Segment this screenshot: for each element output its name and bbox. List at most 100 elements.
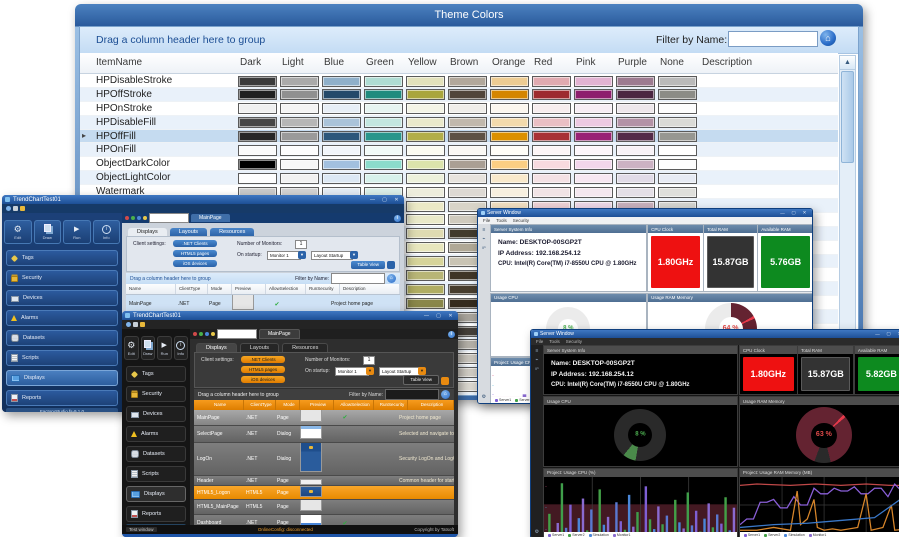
toolbar-icon[interactable] xyxy=(143,216,147,220)
dropdown-arrow-icon[interactable]: ▼ xyxy=(350,251,358,259)
toolbar-icon[interactable] xyxy=(133,322,138,327)
client-button-1[interactable]: HTML5 pages xyxy=(173,250,217,257)
filter-input[interactable] xyxy=(728,31,818,47)
column-header-blue[interactable]: Blue xyxy=(324,57,344,68)
maximize-icon[interactable]: ▢ xyxy=(380,197,389,203)
document-tab[interactable]: MainPage xyxy=(259,329,300,339)
help-icon[interactable]: i xyxy=(448,331,455,338)
tab-resources[interactable]: Resources xyxy=(210,228,254,236)
column-header-clienttype[interactable]: ClientType xyxy=(176,284,208,294)
maximize-icon[interactable]: ▢ xyxy=(434,313,443,319)
table-row[interactable]: MainPage.NETPage✔Project home page xyxy=(194,410,454,426)
legend-item[interactable]: Server2 xyxy=(764,533,780,537)
column-header-preview[interactable]: Preview xyxy=(300,400,334,410)
toolbar-icon[interactable] xyxy=(13,206,18,211)
column-header-yellow[interactable]: Yellow xyxy=(408,57,437,68)
sidebar-item-security[interactable]: Security xyxy=(126,386,186,402)
column-header-clienttype[interactable]: ClientType xyxy=(244,400,276,410)
table-row[interactable]: HPOffStroke xyxy=(80,88,838,102)
maximize-icon[interactable]: ▢ xyxy=(884,331,893,337)
minimize-icon[interactable]: — xyxy=(422,313,431,319)
client-button-1[interactable]: HTML5 pages xyxy=(241,366,285,373)
toolbar-search-input[interactable] xyxy=(217,329,257,339)
legend-item[interactable]: Monitor1 xyxy=(613,533,631,537)
column-header-name[interactable]: Name xyxy=(194,400,244,410)
column-header-purple[interactable]: Purple xyxy=(618,57,647,68)
toolbar-icon[interactable] xyxy=(137,216,141,220)
toolbar-icon[interactable] xyxy=(211,332,215,336)
column-header-allowselection[interactable]: AllowSelection xyxy=(266,284,306,294)
close-icon[interactable]: ✕ xyxy=(446,313,455,319)
document-tab[interactable]: MainPage xyxy=(191,214,230,222)
dropdown-arrow-icon[interactable]: ▼ xyxy=(418,367,426,375)
sidebar-item-scripts[interactable]: Scripts xyxy=(6,350,118,366)
menu-item-file[interactable]: File xyxy=(483,218,490,223)
sidebar-item-devices[interactable]: Devices xyxy=(126,406,186,422)
filter-apply-icon[interactable]: ⌂ xyxy=(820,30,836,46)
filter-apply-icon[interactable]: ⌂ xyxy=(441,390,450,399)
big-button-edit[interactable]: ⚙Edit xyxy=(4,220,32,244)
sidebar-item-reports[interactable]: Reports xyxy=(6,390,118,406)
document-toolbar[interactable]: MainPage i xyxy=(122,213,404,223)
big-button-draw[interactable]: Draw xyxy=(34,220,62,244)
toolbar-icon[interactable] xyxy=(20,206,25,211)
filter-apply-icon[interactable]: ⌂ xyxy=(387,274,396,283)
toolbar-search-input[interactable] xyxy=(149,213,189,223)
menu-icon[interactable]: ≡ xyxy=(536,349,539,354)
sidebar-item-displays[interactable]: Displays xyxy=(6,370,118,386)
table-row[interactable]: HPOnFill xyxy=(80,143,838,157)
scrollbar-thumb[interactable] xyxy=(841,71,854,163)
sidebar-item-tags[interactable]: Tags xyxy=(6,250,118,266)
table-row[interactable]: HPOnStroke xyxy=(80,102,838,116)
network-icon[interactable]: ⌁ xyxy=(482,237,485,242)
help-icon[interactable]: i xyxy=(394,215,401,222)
sidebar-item-displays[interactable]: Displays xyxy=(126,486,186,502)
maximize-icon[interactable]: ▢ xyxy=(789,210,798,216)
client-button-2[interactable]: iOS devices xyxy=(173,260,217,267)
big-button-info[interactable]: iInfo xyxy=(174,336,189,360)
column-header-description[interactable]: Description xyxy=(702,57,752,68)
column-header-description[interactable]: Description xyxy=(408,400,454,410)
sidebar-item-scripts[interactable]: Scripts xyxy=(126,466,186,482)
scroll-up-icon[interactable]: ▲ xyxy=(840,56,855,70)
settings-gear-icon[interactable]: ⚙ xyxy=(482,395,486,400)
close-icon[interactable]: ✕ xyxy=(392,197,401,203)
network-icon[interactable]: ⌁ xyxy=(535,358,538,363)
client-button-2[interactable]: iOS devices xyxy=(241,376,285,383)
column-header-light[interactable]: Light xyxy=(282,57,304,68)
column-header-mode[interactable]: Mode xyxy=(208,284,232,294)
menu-item-security[interactable]: Security xyxy=(513,218,529,223)
status-left[interactable]: Test window xyxy=(126,527,157,532)
big-button-info[interactable]: iInfo xyxy=(93,220,121,244)
table-row[interactable]: Dashboard.NETPage✔ xyxy=(194,515,454,525)
dropdown-arrow-icon[interactable]: ▼ xyxy=(298,251,306,259)
table-row[interactable]: Header.NETPageCommon header for startup … xyxy=(194,476,454,486)
window-titlebar[interactable]: Server Window—▢✕ xyxy=(531,330,899,338)
column-header-dark[interactable]: Dark xyxy=(240,57,261,68)
toolbar-icon[interactable] xyxy=(193,332,197,336)
startup-layout-select[interactable]: Layout Startup xyxy=(311,251,353,260)
column-header-runsecurity[interactable]: RunSecurity xyxy=(374,400,408,410)
column-header-allowselection[interactable]: AllowSelection xyxy=(334,400,374,410)
legend-item[interactable]: Server1 xyxy=(548,533,564,537)
table-view-button[interactable]: Table View xyxy=(351,261,385,269)
big-button-edit[interactable]: ⚙Edit xyxy=(124,336,139,360)
table-row[interactable]: HPDisableStroke xyxy=(80,74,838,88)
column-header-runsecurity[interactable]: RunSecurity xyxy=(306,284,340,294)
toolbar-icon[interactable] xyxy=(205,332,209,336)
tab-layouts[interactable]: Layouts xyxy=(170,228,207,236)
toolbar-icon[interactable] xyxy=(6,206,11,211)
client-button-0[interactable]: .NET Clients xyxy=(241,356,285,363)
startup-monitor-select[interactable]: Monitor 1 xyxy=(335,367,369,376)
column-header-mode[interactable]: Mode xyxy=(276,400,300,410)
window-titlebar[interactable]: TrendChartTest01—▢✕ xyxy=(2,195,404,204)
toolbar-icon[interactable] xyxy=(140,322,145,327)
menu-icon[interactable]: ≡ xyxy=(483,228,486,233)
menu-item-tools[interactable]: Tools xyxy=(496,218,507,223)
table-row[interactable]: LogOn.NETDialogSecurity LogOn and LogOff xyxy=(194,443,454,476)
monitors-value[interactable]: 1 xyxy=(363,356,375,365)
minimize-icon[interactable]: — xyxy=(778,211,787,216)
column-header-green[interactable]: Green xyxy=(366,57,394,68)
sidebar-item-tags[interactable]: Tags xyxy=(126,366,186,382)
dropdown-arrow-icon[interactable]: ▼ xyxy=(366,367,374,375)
